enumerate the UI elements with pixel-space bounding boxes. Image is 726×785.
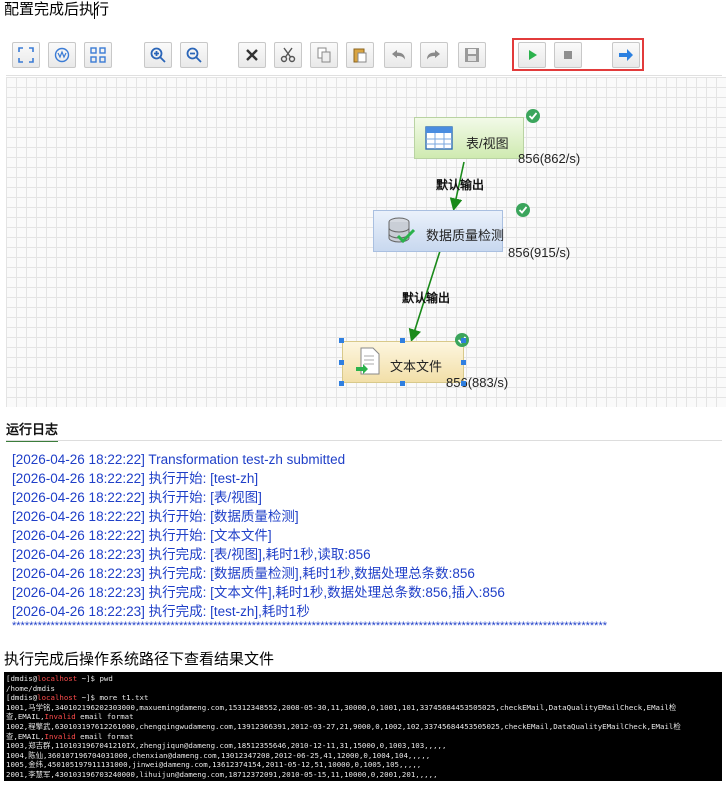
- terminal-line: [dmdis@localhost ~]$ more t1.txt: [6, 693, 149, 703]
- terminal-line: /home/dmdis: [6, 683, 55, 693]
- heading-bottom: 执行完成后操作系统路径下查看结果文件: [4, 650, 275, 668]
- run-button[interactable]: [518, 42, 546, 68]
- save-icon: [465, 48, 479, 62]
- text-file-icon: [356, 347, 380, 375]
- node-rate-table-view: 856(862/s): [518, 151, 581, 166]
- table-icon: [425, 126, 453, 150]
- globe-icon: [54, 47, 70, 63]
- grid-icon: [90, 47, 106, 63]
- run-log: [2026-04-26 18:22:22] Transformation tes…: [12, 450, 712, 633]
- zoom-out-icon: [186, 47, 202, 63]
- paste-icon: [353, 48, 367, 63]
- redo-button[interactable]: [420, 42, 448, 68]
- fit-icon: [18, 47, 34, 63]
- log-line: [2026-04-26 18:22:22] 执行开始: [文本文件]: [12, 528, 272, 543]
- copy-icon: [317, 47, 331, 63]
- zoom-out-button[interactable]: [180, 42, 208, 68]
- redo-icon: [427, 50, 440, 60]
- flow-canvas[interactable]: 表/视图 856(862/s) 默认输出 数据质量检测 856(915/s) 默…: [6, 77, 726, 407]
- terminal-line: 查,EMAIL,Invalid email format: [6, 731, 134, 741]
- undo-button[interactable]: [384, 42, 412, 68]
- terminal-line: 1005,金纬,450105197911131000,jinwei@dameng…: [6, 760, 422, 770]
- log-line: [2026-04-26 18:22:23] 执行完成: [文本文件],耗时1秒,…: [12, 585, 505, 600]
- log-line: [2026-04-26 18:22:22] 执行开始: [test-zh]: [12, 471, 259, 486]
- save-button[interactable]: [458, 42, 486, 68]
- log-line: [2026-04-26 18:22:22] 执行开始: [数据质量检测]: [12, 509, 299, 524]
- node-label-data-quality: 数据质量检测: [426, 228, 505, 243]
- grid-button[interactable]: [84, 42, 112, 68]
- node-rate-data-quality: 856(915/s): [508, 245, 571, 260]
- zoom-in-button[interactable]: [144, 42, 172, 68]
- log-line: [2026-04-26 18:22:23] 执行完成: [数据质量检测],耗时1…: [12, 566, 475, 581]
- text-cursor: [94, 2, 95, 19]
- arrow-right-icon: [619, 49, 633, 61]
- terminal-line: [dmdis@localhost ~]$ pwd: [6, 674, 113, 683]
- node-label-table-view: 表/视图: [466, 136, 509, 151]
- log-title: 运行日志: [6, 419, 59, 442]
- zoom-in-icon: [150, 47, 166, 63]
- cut-button[interactable]: [274, 42, 302, 68]
- terminal-line: 查,EMAIL,Invalid email format: [6, 712, 134, 722]
- success-check-icon: [516, 203, 530, 217]
- terminal-line: 1004,陈仙,360107196704031000,chenxian@dame…: [6, 750, 431, 760]
- designer-toolbar: [6, 35, 722, 76]
- delete-icon: [246, 49, 258, 61]
- next-button[interactable]: [612, 42, 640, 68]
- log-line: [2026-04-26 18:22:23] 执行完成: [test-zh],耗时…: [12, 604, 310, 619]
- log-separator: ****************************************…: [12, 621, 608, 632]
- edge-label-1: 默认输出: [436, 178, 485, 192]
- node-label-text-file: 文本文件: [390, 359, 443, 374]
- log-line: [2026-04-26 18:22:22] 执行开始: [表/视图]: [12, 490, 262, 505]
- log-divider: [6, 440, 722, 441]
- edge-label-2: 默认输出: [402, 291, 451, 305]
- fit-button[interactable]: [12, 42, 40, 68]
- node-rate-text-file: 856(883/s): [446, 375, 509, 390]
- terminal-line: 2001,李慧军,430103196703240000,lihuijun@dam…: [6, 769, 438, 779]
- paste-button[interactable]: [346, 42, 374, 68]
- log-line: [2026-04-26 18:22:22] Transformation tes…: [12, 452, 346, 467]
- copy-button[interactable]: [310, 42, 338, 68]
- terminal-output[interactable]: [dmdis@localhost ~]$ pwd /home/dmdis [dm…: [4, 672, 722, 781]
- delete-button[interactable]: [238, 42, 266, 68]
- log-line: [2026-04-26 18:22:23] 执行完成: [表/视图],耗时1秒,…: [12, 547, 371, 562]
- undo-icon: [392, 50, 405, 60]
- globe-button[interactable]: [48, 42, 76, 68]
- database-check-icon: [388, 217, 416, 244]
- success-check-icon: [526, 109, 540, 123]
- run-icon: [529, 50, 537, 60]
- cut-icon: [280, 47, 296, 63]
- stop-button[interactable]: [554, 42, 582, 68]
- terminal-line: 1002,程擎武,630103197612261000,chengqingwud…: [6, 721, 681, 731]
- stop-icon: [564, 51, 572, 59]
- terminal-line: 1001,马学铭,340102196202303000,maxuemingdam…: [6, 702, 677, 712]
- terminal-line: 1003,郑吉群,1101031967041210IX,zhengjiqun@d…: [6, 741, 447, 751]
